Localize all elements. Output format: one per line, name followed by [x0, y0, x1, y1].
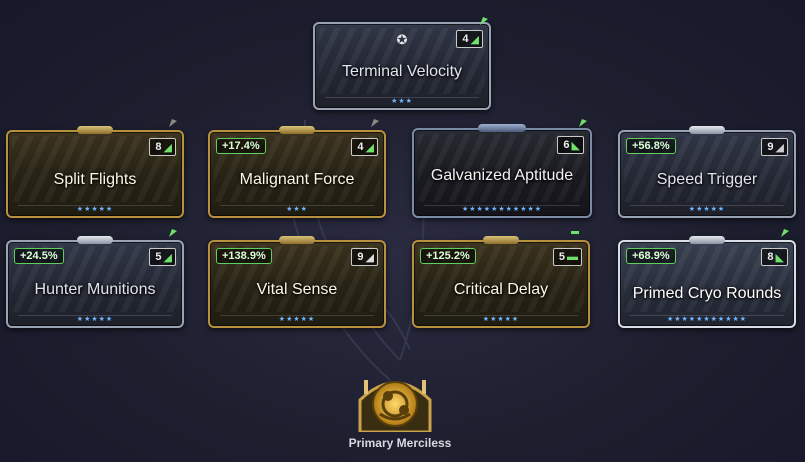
mod-bonus-badge: +125.2%	[420, 248, 476, 264]
mod-name: Split Flights	[53, 171, 137, 188]
arcane-emblem-icon[interactable]	[350, 370, 440, 432]
mod-rank-badge: 4 ◢	[351, 138, 378, 156]
mod-rank-stars: ★★★★★★★★★★★	[666, 316, 748, 323]
polarity-icon	[480, 17, 488, 25]
arcane-label: Primary Merciless	[348, 436, 452, 450]
mod-rank-stars: ★★★★★	[76, 206, 114, 213]
polarity-icon: ◣	[775, 251, 784, 264]
polarity-icon: ▬	[567, 251, 578, 263]
polarity-icon	[571, 231, 579, 234]
mod-bonus-badge: +17.4%	[216, 138, 266, 154]
mod-rank-stars: ★★★★★★★★★★★	[461, 206, 543, 213]
mod-rank-stars: ★★★	[391, 98, 413, 105]
mod-card-split-flights[interactable]: 8 ◢ Split Flights ★★★★★	[6, 119, 184, 218]
mod-name: Terminal Velocity	[341, 63, 463, 80]
mod-card-terminal-velocity[interactable]: ✪ 4 ◢ Terminal Velocity ★★★	[313, 17, 491, 110]
polarity-icon: ◢	[163, 141, 172, 154]
mod-card-primed-cryo-rounds[interactable]: +68.9% 8 ◣ Primed Cryo Rounds ★★★★★★★★★★★	[618, 229, 796, 328]
mod-bonus-badge: +138.9%	[216, 248, 272, 264]
mod-rank-badge: 6 ◣	[557, 136, 584, 154]
mod-rank-badge: 8 ◣	[761, 248, 788, 266]
mod-name: Speed Trigger	[656, 171, 758, 188]
mod-name: Hunter Munitions	[34, 281, 156, 298]
mod-rank-stars: ★★★★★	[688, 206, 726, 213]
mod-name: Critical Delay	[453, 281, 549, 298]
mod-card-vital-sense[interactable]: +138.9% 9 ◢ Vital Sense ★★★★★	[208, 236, 386, 328]
polarity-icon: ◢	[365, 141, 374, 154]
polarity-icon	[371, 119, 379, 127]
mod-bonus-badge: +56.8%	[626, 138, 676, 154]
mod-rank-stars: ★★★	[286, 206, 308, 213]
polarity-icon	[169, 119, 177, 127]
mod-rank-badge: 5 ▬	[552, 248, 582, 266]
mod-rank-badge: 8 ◢	[149, 138, 176, 156]
mod-card-hunter-munitions[interactable]: +24.5% 5 ◢ Hunter Munitions ★★★★★	[6, 229, 184, 328]
mod-name: Vital Sense	[256, 281, 338, 298]
polarity-icon: ◢	[470, 33, 479, 46]
exilus-icon: ✪	[396, 32, 408, 47]
mod-bonus-badge: +24.5%	[14, 248, 64, 264]
mod-rank-badge: 4 ◢	[456, 30, 483, 48]
mod-bonus-badge: +68.9%	[626, 248, 676, 264]
mod-card-malignant-force[interactable]: +17.4% 4 ◢ Malignant Force ★★★	[208, 119, 386, 218]
mod-rank-badge: 9 ◢	[351, 248, 378, 266]
polarity-icon	[169, 229, 177, 237]
mod-card-speed-trigger[interactable]: +56.8% 9 ◢ Speed Trigger ★★★★★	[618, 126, 796, 218]
mod-rank-stars: ★★★★★	[278, 316, 316, 323]
polarity-icon: ◣	[571, 139, 580, 152]
mod-name: Galvanized Aptitude	[430, 167, 574, 184]
mod-rank-badge: 9 ◢	[761, 138, 788, 156]
mod-rank-stars: ★★★★★	[482, 316, 520, 323]
polarity-icon: ◢	[775, 141, 784, 154]
mod-name: Primed Cryo Rounds	[632, 285, 782, 302]
polarity-icon: ◢	[365, 251, 374, 264]
mod-name: Malignant Force	[239, 171, 355, 188]
polarity-icon: ◢	[163, 251, 172, 264]
mod-card-galvanized-aptitude[interactable]: 6 ◣ Galvanized Aptitude ★★★★★★★★★★★	[412, 119, 592, 218]
mod-rank-stars: ★★★★★	[76, 316, 114, 323]
mod-card-critical-delay[interactable]: +125.2% 5 ▬ Critical Delay ★★★★★	[412, 231, 590, 328]
polarity-icon	[781, 229, 789, 237]
mod-rank-badge: 5 ◢	[149, 248, 176, 266]
polarity-icon	[579, 119, 587, 127]
